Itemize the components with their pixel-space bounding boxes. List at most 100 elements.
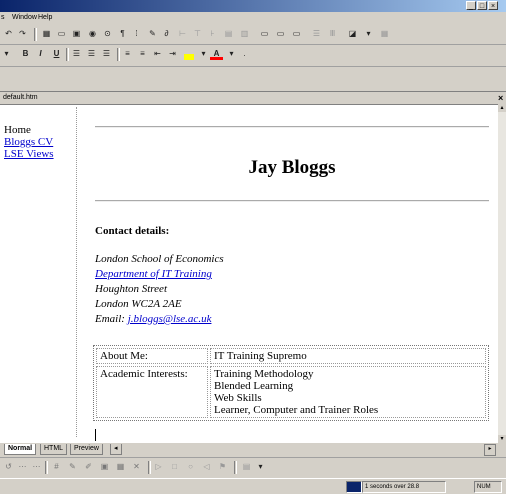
highlight-hotspot-icon[interactable]: ▤ (240, 461, 253, 473)
chevron-down-icon[interactable]: ▾ (197, 48, 210, 60)
outdent-icon[interactable]: ⇤ (151, 48, 164, 60)
horizontal-rule (95, 126, 489, 128)
oval-icon[interactable]: ○ (184, 461, 197, 473)
tab-preview[interactable]: Preview (70, 444, 103, 455)
close-button[interactable]: × (488, 1, 498, 10)
align-left-icon[interactable]: ☰ (70, 48, 83, 60)
menu-item-help[interactable]: Help (38, 14, 52, 21)
undo-icon[interactable]: ↶ (2, 28, 15, 40)
interest-item: Training Methodology (214, 368, 314, 380)
email-link[interactable]: j.bloggs@lse.ac.uk (128, 313, 212, 325)
image-icon[interactable]: ▦ (114, 461, 127, 473)
department-link[interactable]: Department of IT Training (95, 268, 212, 280)
tab-html[interactable]: HTML (40, 444, 68, 455)
toolbar-area (0, 67, 506, 91)
nav-link-lse-views[interactable]: LSE Views (4, 148, 54, 160)
insert-image-icon[interactable]: ▦ (40, 28, 53, 40)
insert-row-icon[interactable]: ⊢ (176, 28, 189, 40)
formatting-toolbar: ▾ B I U ☰ ☰ ☰ ≡ ≡ ⇤ ⇥ ▾ A ▾ . (0, 45, 506, 67)
insert-column-icon[interactable]: ⊤ (191, 28, 204, 40)
pen-icon[interactable]: ✎ (66, 461, 79, 473)
refresh-icon[interactable]: ⊙ (101, 28, 114, 40)
polygon-icon[interactable]: ◁ (200, 461, 213, 473)
paragraph-icon[interactable]: ¶ (116, 28, 129, 40)
document-tab[interactable]: default.htm (3, 94, 38, 101)
select-icon[interactable]: ▷ (152, 461, 165, 473)
hotspot-icon[interactable]: ⚑ (216, 461, 229, 473)
interest-item: Learner, Computer and Trainer Roles (214, 404, 379, 416)
italic-button[interactable]: I (34, 48, 47, 60)
link-icon[interactable]: ∂ (160, 28, 173, 40)
align-center-icon[interactable]: ☰ (85, 48, 98, 60)
redo-icon[interactable]: ↷ (16, 28, 29, 40)
interest-item: Blended Learning (214, 380, 294, 392)
distribute-rows-icon[interactable]: ☰ (310, 28, 323, 40)
frame-divider (76, 107, 77, 437)
insert-table-icon[interactable]: ▭ (55, 28, 68, 40)
menu-item-window[interactable]: Window (12, 14, 37, 21)
nav-link-bloggs-cv[interactable]: Bloggs CV (4, 136, 53, 148)
vertical-scrollbar[interactable]: ▴ ▾ (498, 104, 506, 443)
bullet-list-icon[interactable]: ≡ (136, 48, 149, 60)
menu-item-partial[interactable]: s (1, 14, 5, 21)
chevron-down-icon[interactable]: ▾ (254, 461, 267, 473)
distribute-icon[interactable]: ⋯ (16, 461, 29, 473)
info-table: About Me: IT Training Supremo Academic I… (93, 345, 489, 421)
globe-icon[interactable]: ◉ (86, 28, 99, 40)
split-cells-icon[interactable]: ▥ (238, 28, 251, 40)
address-line: London WC2A 2AE (95, 298, 182, 310)
grid-icon[interactable]: ▦ (378, 28, 391, 40)
chevron-down-icon[interactable]: ▾ (0, 48, 13, 60)
maximize-button[interactable]: □ (477, 1, 487, 10)
bold-button[interactable]: B (19, 48, 32, 60)
page-title: Jay Bloggs (248, 157, 336, 178)
drawing-toolbar: ↺ ⋯ ⋯ # ✎ ✐ ▣ ▦ ✕ ▷ □ ○ ◁ ⚑ ▤ ▾ (0, 457, 506, 478)
align-top-icon[interactable]: ▭ (258, 28, 271, 40)
minimize-button[interactable]: _ (466, 1, 476, 10)
chevron-down-icon[interactable]: ▾ (362, 28, 375, 40)
close-document-icon[interactable]: × (498, 93, 503, 103)
view-tabs: Normal HTML Preview ◂ ▸ (0, 443, 498, 456)
indent-icon[interactable]: ⇥ (166, 48, 179, 60)
editor-pane[interactable]: Home Bloggs CV LSE Views Jay Bloggs Cont… (0, 104, 498, 444)
align-right-icon[interactable]: ☰ (100, 48, 113, 60)
align-middle-icon[interactable]: ▭ (274, 28, 287, 40)
rotate-icon[interactable]: ↺ (2, 461, 15, 473)
underline-button[interactable]: U (50, 48, 63, 60)
status-bar: 1 seconds over 28.8 NUM (0, 478, 506, 494)
table-cell-value[interactable]: IT Training Supremo (210, 348, 486, 364)
merge-cells-icon[interactable]: ▤ (222, 28, 235, 40)
contact-heading: Contact details: (95, 225, 170, 237)
order-icon[interactable]: ⋯ (30, 461, 43, 473)
table-row: About Me: IT Training Supremo (96, 348, 486, 364)
num-lock-indicator: NUM (474, 481, 502, 493)
distribute-columns-icon[interactable]: Ⅲ (326, 28, 339, 40)
document-tab-bar: default.htm × (0, 91, 506, 105)
folder-icon[interactable]: ▣ (70, 28, 83, 40)
pencil-icon[interactable]: ✎ (146, 28, 159, 40)
more-icon[interactable]: . (238, 48, 251, 60)
scroll-up-icon[interactable]: ▴ (498, 104, 506, 112)
picture-icon[interactable]: ▣ (98, 461, 111, 473)
scroll-down-icon[interactable]: ▾ (498, 435, 506, 443)
table-row: Academic Interests: Training Methodology… (96, 366, 486, 418)
tab-scroll-icon[interactable]: ◂ (110, 444, 122, 455)
draw-icon[interactable]: ✐ (82, 461, 95, 473)
align-bottom-icon[interactable]: ▭ (290, 28, 303, 40)
table-cell-label[interactable]: Academic Interests: (96, 366, 208, 418)
interest-item: Web Skills (214, 392, 262, 404)
crop-icon[interactable]: # (50, 461, 63, 473)
scroll-right-icon[interactable]: ▸ (484, 444, 496, 456)
delete-cells-icon[interactable]: ⊦ (206, 28, 219, 40)
font-color-icon[interactable]: A (210, 48, 223, 60)
chevron-down-icon[interactable]: ▾ (225, 48, 238, 60)
show-marks-icon[interactable]: ⁞ (130, 28, 143, 40)
highlight-icon[interactable] (184, 54, 194, 60)
delete-shape-icon[interactable]: ✕ (130, 461, 143, 473)
numbered-list-icon[interactable]: ≡ (121, 48, 134, 60)
table-cell-label[interactable]: About Me: (96, 348, 208, 364)
fill-color-icon[interactable]: ◪ (346, 28, 359, 40)
table-cell-value[interactable]: Training Methodology Blended Learning We… (210, 366, 486, 418)
tab-normal[interactable]: Normal (4, 444, 37, 455)
rectangle-icon[interactable]: □ (168, 461, 181, 473)
